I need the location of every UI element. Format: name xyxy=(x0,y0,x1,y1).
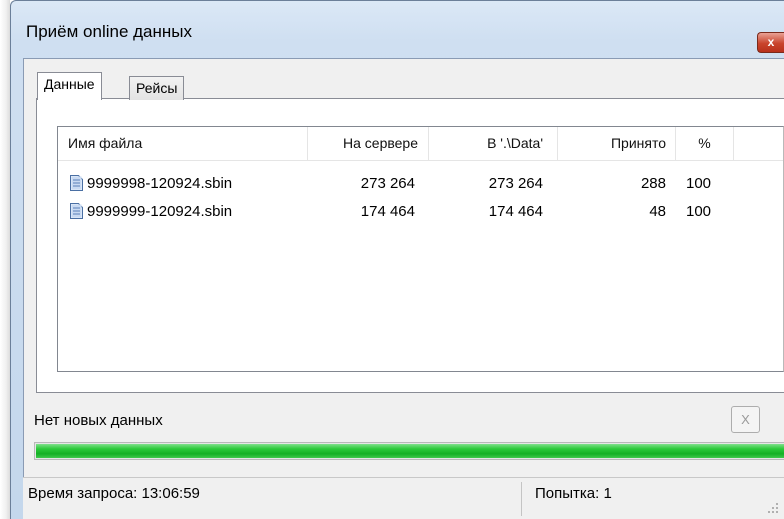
file-name: 9999998-120924.sbin xyxy=(87,175,233,192)
received-count: 48 xyxy=(649,203,666,220)
file-icon xyxy=(70,175,83,191)
progress-bar xyxy=(34,442,784,460)
received-count: 288 xyxy=(640,175,666,192)
percent-value: 100 xyxy=(686,203,712,220)
server-size: 273 264 xyxy=(360,175,415,192)
table-row[interactable]: 9999998-120924.sbin 273 264 273 264 288 … xyxy=(58,173,783,195)
local-size: 174 464 xyxy=(488,203,543,220)
column-header-percent[interactable]: % xyxy=(676,127,734,160)
cancel-button[interactable]: X xyxy=(731,406,760,433)
attempt-count: Попытка: 1 xyxy=(535,485,612,502)
statusbar-separator xyxy=(521,482,522,516)
column-header-received[interactable]: Принято xyxy=(558,127,676,160)
progress-fill xyxy=(36,444,784,458)
status-message: Нет новых данных xyxy=(34,412,163,429)
files-list[interactable]: Имя файла На сервере В '.\Data' Принято … xyxy=(57,126,784,372)
file-name: 9999999-120924.sbin xyxy=(87,203,233,220)
column-header-server[interactable]: На сервере xyxy=(308,127,429,160)
close-button[interactable]: x xyxy=(757,32,784,53)
window-title: Приём online данных xyxy=(26,22,192,41)
request-time: Время запроса: 13:06:59 xyxy=(28,485,200,502)
server-size: 174 464 xyxy=(360,203,415,220)
resize-grip-icon[interactable] xyxy=(765,500,779,514)
table-row[interactable]: 9999999-120924.sbin 174 464 174 464 48 1… xyxy=(58,201,783,223)
list-header: Имя файла На сервере В '.\Data' Принято … xyxy=(58,127,783,161)
file-icon xyxy=(70,203,83,219)
column-header-filename[interactable]: Имя файла xyxy=(58,127,308,160)
tab-data[interactable]: Данные xyxy=(37,72,102,100)
status-bar: Время запроса: 13:06:59 Попытка: 1 xyxy=(23,477,784,519)
close-icon: x xyxy=(767,35,775,49)
column-header-local[interactable]: В '.\Data' xyxy=(429,127,558,160)
tab-flights[interactable]: Рейсы xyxy=(129,76,185,100)
local-size: 273 264 xyxy=(488,175,543,192)
percent-value: 100 xyxy=(686,175,712,192)
background-edge xyxy=(0,0,10,519)
